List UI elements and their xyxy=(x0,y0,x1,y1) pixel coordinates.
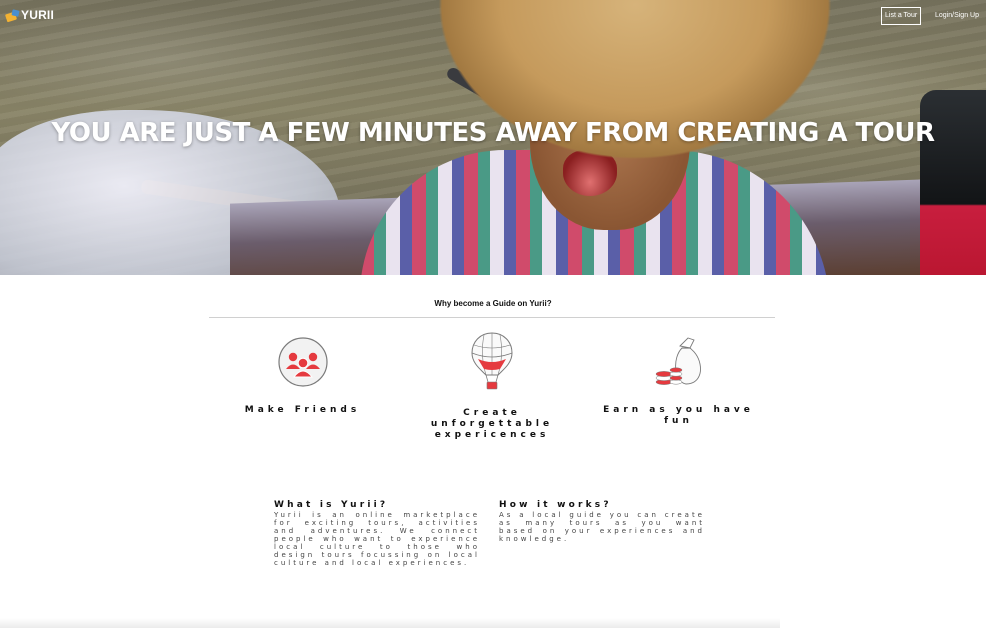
section-divider xyxy=(209,317,775,318)
hero-headline: YOU ARE JUST A FEW MINUTES AWAY FROM CRE… xyxy=(51,118,936,148)
logo-icon xyxy=(5,9,20,23)
feature-label: Create unforgettable expericences xyxy=(430,408,554,440)
hot-air-balloon-icon xyxy=(471,332,513,390)
list-a-tour-button[interactable]: List a Tour xyxy=(881,7,922,25)
login-signup-link[interactable]: Login/Sign Up xyxy=(935,12,979,19)
feature-label: Earn as you have fun xyxy=(603,405,754,426)
friends-icon xyxy=(277,337,328,387)
how-it-works-block: How it works? As a local guide you can c… xyxy=(499,500,705,543)
site-logo[interactable]: YURII xyxy=(5,8,55,23)
what-is-yurii-title: What is Yurii? xyxy=(274,500,389,510)
how-it-works-title: How it works? xyxy=(499,500,612,510)
what-is-yurii-block: What is Yurii? Yurii is an online market… xyxy=(274,500,480,567)
feature-label: Make Friends xyxy=(244,405,361,415)
why-section-title: Why become a Guide on Yurii? xyxy=(434,299,552,308)
hero-banner: YOU ARE JUST A FEW MINUTES AWAY FROM CRE… xyxy=(0,0,986,275)
page-bottom-shadow xyxy=(0,618,780,628)
feature-create-experiences: Create unforgettable expericences xyxy=(412,331,572,441)
money-bag-icon xyxy=(655,337,701,385)
what-is-yurii-body: Yurii is an online marketplace for excit… xyxy=(274,511,480,567)
logo-text: YURII xyxy=(21,8,55,22)
feature-make-friends: Make Friends xyxy=(220,336,385,416)
feature-earn-money: Earn as you have fun xyxy=(596,336,761,427)
how-it-works-body: As a local guide you can create as many … xyxy=(499,511,705,543)
